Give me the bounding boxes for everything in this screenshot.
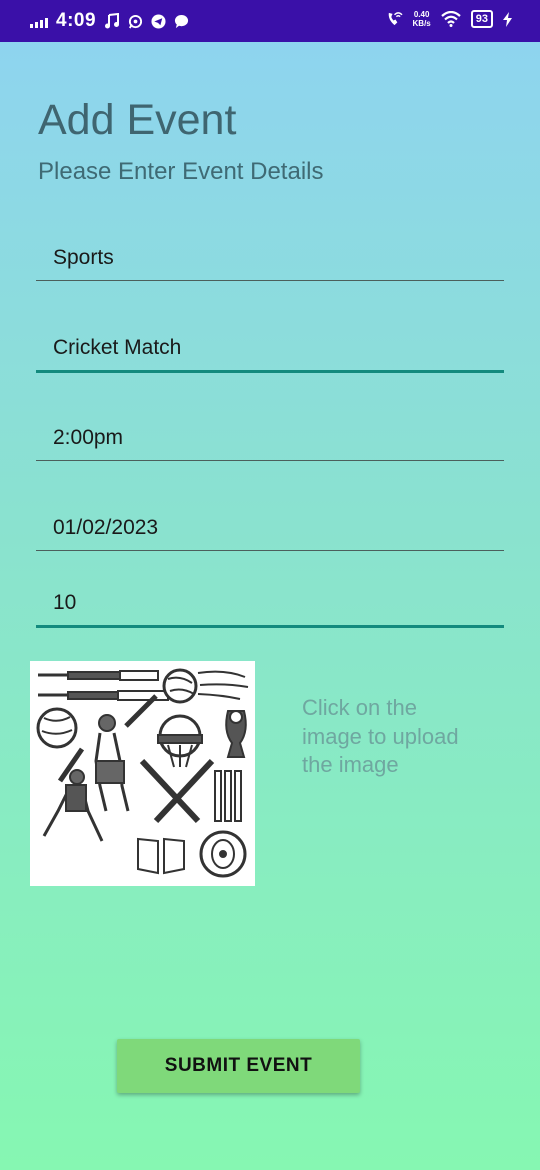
cricket-equipment-illustration: [36, 668, 249, 878]
event-image-upload[interactable]: [30, 661, 255, 886]
network-speed: 0.40 KB/s: [413, 10, 431, 28]
whatsapp-icon: [128, 14, 143, 28]
status-time: 4:09: [56, 10, 97, 31]
net-speed-unit: KB/s: [412, 19, 431, 28]
category-value[interactable]: Sports: [53, 246, 114, 270]
date-field[interactable]: 01/02/2023: [36, 510, 504, 552]
music-icon: [105, 13, 120, 29]
charging-icon: [503, 11, 512, 27]
event-name-value[interactable]: Cricket Match: [53, 336, 181, 360]
number-value[interactable]: 10: [53, 591, 76, 615]
category-underline: [36, 280, 504, 281]
net-speed-value: 0.40: [413, 10, 430, 19]
number-underline: [36, 625, 504, 628]
wifi-icon: [441, 11, 461, 27]
category-field[interactable]: Sports: [36, 240, 504, 282]
battery-level: 93: [475, 13, 488, 25]
page-title: Add Event: [38, 96, 237, 144]
page-subtitle: Please Enter Event Details: [38, 158, 324, 185]
battery-icon: 93: [470, 10, 493, 28]
time-field[interactable]: 2:00pm: [36, 420, 504, 462]
call-wifi-icon: [388, 11, 403, 25]
date-underline: [36, 550, 504, 551]
telegram-icon: [151, 13, 166, 29]
event-name-underline: [36, 370, 504, 373]
chat-icon: [174, 14, 189, 28]
time-value[interactable]: 2:00pm: [53, 426, 123, 450]
status-bar: 4:09 0.40 KB/s 93: [0, 0, 540, 42]
number-field[interactable]: 10: [36, 586, 504, 630]
event-name-field[interactable]: Cricket Match: [36, 330, 504, 374]
time-underline: [36, 460, 504, 461]
upload-hint: Click on the image to upload the image: [302, 695, 459, 777]
submit-event-button[interactable]: SUBMIT EVENT: [117, 1039, 360, 1093]
date-value[interactable]: 01/02/2023: [53, 516, 158, 540]
signal-icon: [30, 14, 48, 28]
